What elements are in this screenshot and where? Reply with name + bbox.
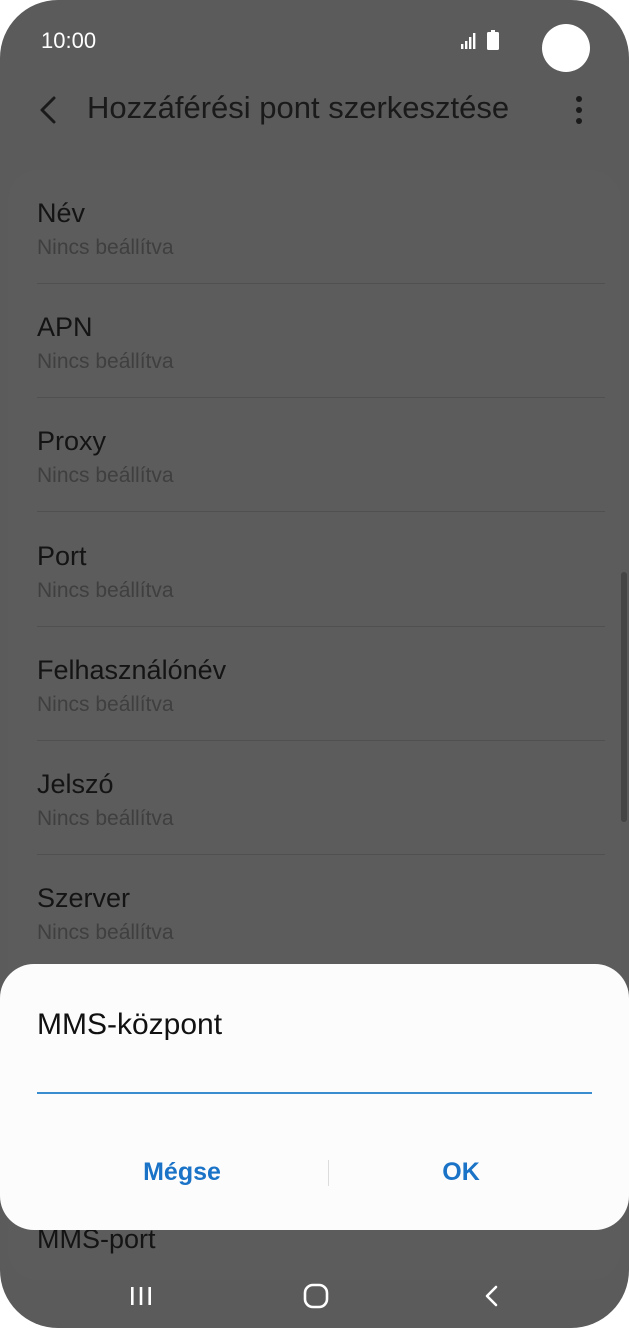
camera-cutout [542, 24, 590, 72]
setting-value: Nincs beállítva [37, 807, 174, 830]
scrollbar[interactable] [621, 572, 627, 822]
battery-icon [487, 30, 499, 50]
setting-label: Proxy [37, 426, 107, 456]
setting-label: Név [37, 198, 86, 228]
cancel-button[interactable]: Mégse [40, 1140, 324, 1204]
setting-label: Szerver [37, 883, 131, 913]
status-time: 10:00 [41, 28, 97, 53]
back-arrow-icon[interactable] [34, 92, 64, 128]
setting-item-password[interactable]: Jelszó Nincs beállítva [37, 741, 605, 855]
setting-value: Nincs beállítva [37, 464, 174, 487]
setting-value: Nincs beállítva [37, 693, 174, 716]
setting-value: Nincs beállítva [37, 921, 174, 944]
home-icon[interactable] [302, 1280, 330, 1312]
mms-center-dialog: MMS-központ Mégse OK [0, 964, 629, 1230]
setting-label: Jelszó [37, 769, 114, 799]
setting-label: Port [37, 541, 87, 571]
setting-item-apn[interactable]: APN Nincs beállítva [37, 284, 605, 398]
setting-item-username[interactable]: Felhasználónév Nincs beállítva [37, 627, 605, 741]
status-bar: 10:00 [0, 0, 629, 80]
divider [37, 511, 605, 512]
setting-item-port[interactable]: Port Nincs beállítva [37, 513, 605, 627]
mms-center-input[interactable] [37, 1064, 592, 1094]
setting-label: Felhasználónév [37, 655, 227, 685]
page-title: Hozzáférési pont szerkesztése [87, 90, 510, 125]
more-vert-icon[interactable] [568, 94, 590, 126]
setting-value: Nincs beállítva [37, 579, 174, 602]
setting-item-server[interactable]: Szerver Nincs beállítva [37, 855, 605, 969]
setting-label: APN [37, 312, 93, 342]
recents-icon[interactable] [128, 1280, 154, 1312]
ok-button[interactable]: OK [322, 1140, 600, 1204]
back-icon[interactable] [480, 1280, 504, 1312]
setting-item-nev[interactable]: Név Nincs beállítva [37, 170, 605, 284]
setting-value: Nincs beállítva [37, 350, 174, 373]
phone-screen: 10:00 Hozzáférési pont szerkesztése Név [0, 0, 629, 1328]
app-bar: Hozzáférési pont szerkesztése [0, 80, 629, 140]
dialog-title: MMS-központ [37, 1008, 223, 1041]
navigation-bar [0, 1262, 629, 1328]
signal-icon [461, 33, 476, 49]
setting-value: Nincs beállítva [37, 236, 174, 259]
setting-item-proxy[interactable]: Proxy Nincs beállítva [37, 398, 605, 512]
